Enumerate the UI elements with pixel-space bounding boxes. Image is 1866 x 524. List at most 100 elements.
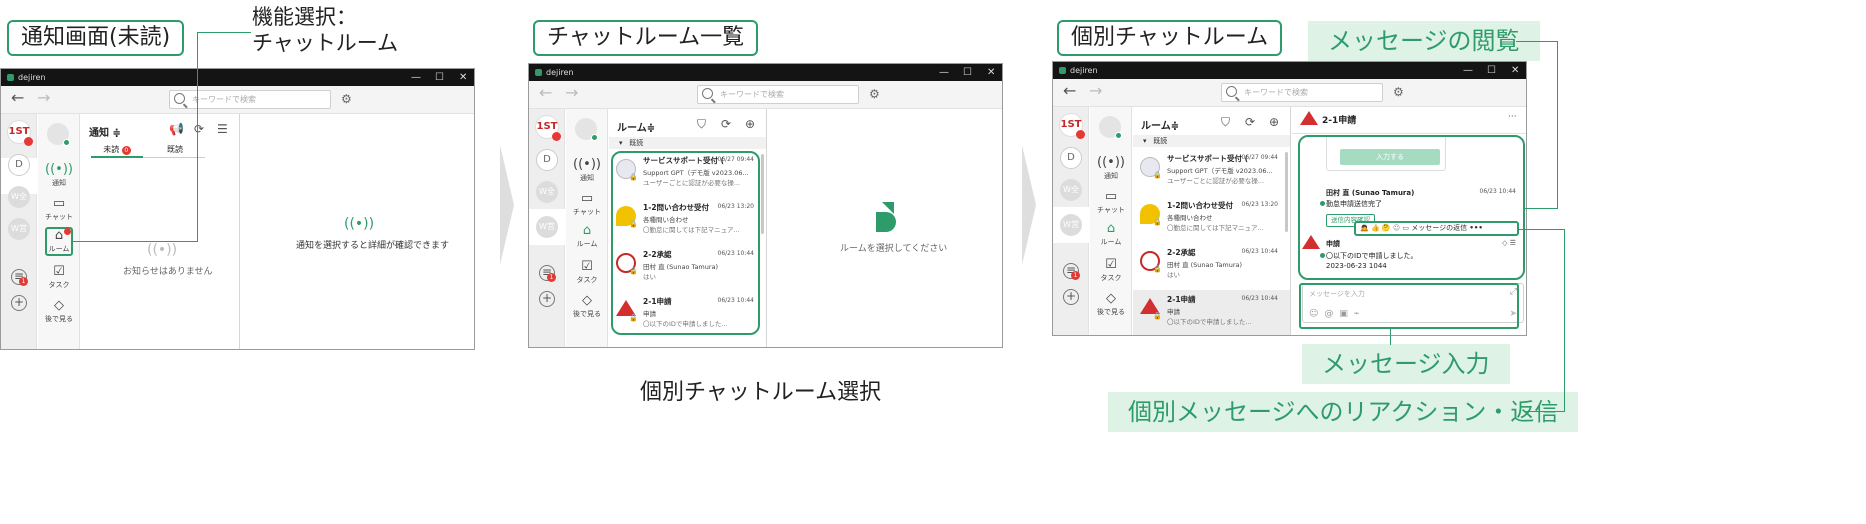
- filter-settings-icon[interactable]: ⚙: [869, 87, 880, 101]
- connector-line: [1526, 411, 1565, 412]
- close-button[interactable]: ✕: [987, 64, 995, 81]
- add-workspace-icon[interactable]: +: [11, 295, 27, 311]
- forward-arrow-icon[interactable]: →: [1089, 81, 1102, 100]
- search-input[interactable]: キーワードで検索: [1221, 83, 1383, 102]
- chat-icon: ▭: [1104, 189, 1118, 204]
- workspace-logo[interactable]: 1ST: [535, 115, 561, 141]
- minimize-button[interactable]: —: [411, 69, 421, 86]
- nav-task[interactable]: ☑ タスク: [1090, 257, 1132, 283]
- minimize-button[interactable]: —: [1463, 62, 1473, 79]
- connector-line: [1518, 229, 1564, 230]
- megaphone-icon[interactable]: 📢: [169, 122, 184, 136]
- bookmark-icon: ◇: [1106, 291, 1116, 306]
- workspace-w-all[interactable]: W全: [536, 181, 558, 203]
- app-icon: [1059, 67, 1066, 74]
- forward-arrow-icon[interactable]: →: [37, 88, 50, 107]
- room-row[interactable]: 🔒 1-2問い合わせ受付 06/23 13:20 各種問い合わせ 〇勤怠に関して…: [1137, 196, 1284, 242]
- nav-notify[interactable]: ((•)) 通知: [1090, 155, 1132, 181]
- nav-chat[interactable]: ▭ チャット: [38, 196, 80, 222]
- select-room-hint: ルームを選択してください: [840, 244, 948, 254]
- nav-task[interactable]: ☑ タスク: [38, 264, 80, 290]
- scrollbar[interactable]: [1285, 152, 1288, 232]
- caption-notify-screen: 通知画面(未読): [7, 20, 185, 56]
- room-header[interactable]: ルーム≑: [1141, 117, 1179, 132]
- add-room-icon[interactable]: ⊕: [1269, 115, 1279, 129]
- back-arrow-icon[interactable]: ←: [539, 83, 552, 102]
- nav-later[interactable]: ◇ 後で見る: [38, 298, 80, 324]
- forward-arrow-icon[interactable]: →: [565, 83, 578, 102]
- filter-settings-icon[interactable]: ⚙: [341, 92, 352, 106]
- back-arrow-icon[interactable]: ←: [11, 88, 24, 107]
- room-icon-arrow: [1300, 111, 1318, 125]
- workspace-w-all[interactable]: W全: [8, 186, 30, 208]
- workspace-w-all[interactable]: W全: [1060, 179, 1082, 201]
- maximize-button[interactable]: ☐: [1487, 62, 1496, 79]
- filter-settings-icon[interactable]: ⚙: [1393, 85, 1404, 99]
- add-workspace-icon[interactable]: +: [539, 291, 555, 307]
- unread-count-badge: 0: [121, 146, 131, 155]
- detail-pane: ((•)) 通知を選択すると詳細が確認できます: [240, 114, 474, 349]
- search-input[interactable]: キーワードで検索: [169, 90, 331, 109]
- titlebar: dejiren — ☐ ✕: [1, 69, 474, 86]
- back-arrow-icon[interactable]: ←: [1063, 81, 1076, 100]
- notify-detail-icon: ((•)): [344, 216, 375, 232]
- nav-later[interactable]: ◇ 後で見る: [1090, 291, 1132, 317]
- close-button[interactable]: ✕: [459, 69, 467, 86]
- filter-icon[interactable]: ⛉: [697, 117, 706, 132]
- workspace-d[interactable]: D: [1060, 147, 1082, 169]
- toolbar: ← → キーワードで検索 ⚙: [529, 81, 1002, 109]
- more-icon[interactable]: ···: [1508, 112, 1517, 122]
- search-input[interactable]: キーワードで検索: [697, 85, 859, 104]
- workspace-d[interactable]: D: [536, 149, 558, 171]
- workspace-w-sales[interactable]: W営: [8, 218, 30, 240]
- section-read[interactable]: ▾ 既読: [609, 137, 766, 149]
- lock-icon: 🔒: [1153, 171, 1162, 179]
- close-button[interactable]: ✕: [1511, 62, 1519, 79]
- nav-chat[interactable]: ▭ チャット: [1090, 189, 1132, 215]
- tab-unread[interactable]: 未読 0: [91, 144, 143, 155]
- nav-notify[interactable]: ((•)) 通知: [566, 157, 608, 183]
- workspace-w-sales[interactable]: W営: [1060, 214, 1082, 236]
- nav-notify[interactable]: ((•)) 通知: [38, 162, 80, 188]
- workspace-d[interactable]: D: [8, 154, 30, 176]
- notify-icon: ((•)): [45, 162, 73, 177]
- room-row-selected[interactable]: 🔒 2-1申請 06/23 10:44 申請 〇以下のIDで申請しました...: [1133, 290, 1290, 335]
- search-icon: [174, 93, 185, 104]
- nav-task[interactable]: ☑ タスク: [566, 259, 608, 285]
- app-icon: [7, 74, 14, 81]
- connector-line: [1390, 329, 1391, 345]
- workspace-rail: 1ST D W全 W営 ≡ 1 +: [1053, 107, 1089, 335]
- refresh-icon[interactable]: ⟳: [1245, 115, 1255, 129]
- section-read[interactable]: ▾ 既読: [1133, 135, 1290, 147]
- minimize-button[interactable]: —: [939, 64, 949, 81]
- chat-icon: ▭: [580, 191, 594, 206]
- filter-icon[interactable]: ⛉: [1221, 115, 1230, 130]
- bookmark-icon: ◇: [54, 298, 64, 313]
- maximize-button[interactable]: ☐: [435, 69, 444, 86]
- checklist-icon[interactable]: ☰: [217, 122, 228, 136]
- room-row[interactable]: 🔒 2-2承認 06/23 10:44 田村 直 (Sunao Tamura) …: [1137, 243, 1284, 289]
- workspace-logo[interactable]: 1ST: [7, 120, 33, 146]
- add-room-icon[interactable]: ⊕: [745, 117, 755, 131]
- refresh-icon[interactable]: ⟳: [194, 122, 204, 136]
- add-workspace-icon[interactable]: +: [1063, 289, 1079, 305]
- workspace-logo[interactable]: 1ST: [1059, 113, 1085, 139]
- notify-header[interactable]: 通知 ≑: [89, 124, 121, 139]
- nav-room[interactable]: ⌂ ルーム: [1090, 221, 1132, 247]
- workspace-w-sales[interactable]: W営: [536, 216, 558, 238]
- task-icon: ☑: [53, 264, 65, 279]
- scrollbar[interactable]: [761, 154, 764, 234]
- nav-later[interactable]: ◇ 後で見る: [566, 293, 608, 319]
- maximize-button[interactable]: ☐: [963, 64, 972, 81]
- message-input-highlight: [1299, 283, 1519, 329]
- room-list-highlight: [611, 151, 760, 335]
- room-header[interactable]: ルーム≑: [617, 119, 655, 134]
- label-message-input: メッセージ入力: [1302, 344, 1510, 384]
- rail-badge: 1: [547, 273, 556, 282]
- nav-chat[interactable]: ▭ チャット: [566, 191, 608, 217]
- refresh-icon[interactable]: ⟳: [721, 117, 731, 131]
- search-icon: [702, 88, 713, 99]
- nav-room[interactable]: ⌂ ルーム: [566, 223, 608, 249]
- room-row[interactable]: 🔒 サービスサポート受付 ( 06/27 09:44 Support GPT（デ…: [1137, 149, 1284, 195]
- detail-hint-text: 通知を選択すると詳細が確認できます: [296, 241, 450, 251]
